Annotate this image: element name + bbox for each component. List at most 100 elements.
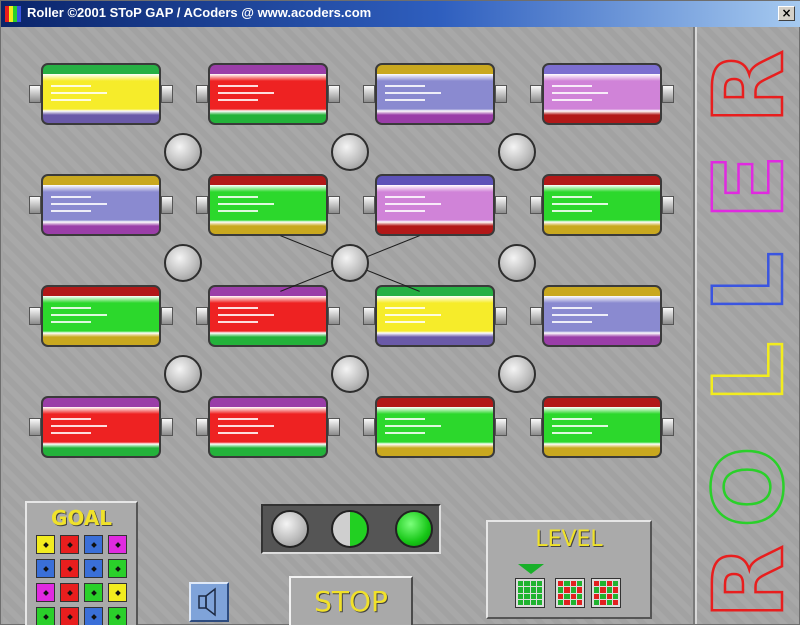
rotation-peg-r2-c2[interactable] — [331, 244, 369, 282]
title-bar[interactable]: Roller ©2001 SToP GAP / ACoders @ www.ac… — [1, 1, 800, 27]
status-light-off — [271, 510, 309, 548]
logo-letter: R — [695, 50, 799, 124]
rotation-peg-r1-c2[interactable] — [331, 133, 369, 171]
roller-stripes — [51, 418, 107, 439]
roller-stripes — [552, 307, 608, 328]
goal-cell-marker-icon — [115, 566, 121, 572]
goal-cell — [108, 559, 127, 578]
rotation-peg-r3-c3[interactable] — [498, 355, 536, 393]
roller-axle-right — [161, 85, 173, 103]
roller-stripes — [218, 307, 274, 328]
roller-axle-right — [662, 196, 674, 214]
roller-stripes — [51, 85, 107, 106]
app-icon — [5, 6, 21, 22]
roller-axle-right — [495, 85, 507, 103]
roller-r1-c1[interactable] — [41, 63, 161, 125]
status-lights — [261, 504, 441, 554]
goal-cell-marker-icon — [43, 566, 49, 572]
roller-axle-right — [495, 418, 507, 436]
roller-r2-c1[interactable] — [41, 174, 161, 236]
goal-cell-marker-icon — [67, 566, 73, 572]
goal-cell-marker-icon — [67, 590, 73, 596]
roller-r4-c4[interactable] — [542, 396, 662, 458]
rotation-peg-r3-c1[interactable] — [164, 355, 202, 393]
roller-axle-left — [29, 85, 41, 103]
roller-r4-c1[interactable] — [41, 396, 161, 458]
goal-cell-marker-icon — [91, 614, 97, 620]
window-title: Roller ©2001 SToP GAP / ACoders @ www.ac… — [27, 5, 372, 20]
goal-cell — [84, 535, 103, 554]
logo-letter: E — [695, 154, 799, 220]
roller-axle-right — [495, 307, 507, 325]
roller-r1-c2[interactable] — [208, 63, 328, 125]
roller-axle-right — [161, 307, 173, 325]
roller-stripes — [218, 418, 274, 439]
level-title: LEVEL — [535, 527, 603, 552]
status-light-on — [395, 510, 433, 548]
roller-r3-c3[interactable] — [375, 285, 495, 347]
roller-axle-right — [161, 418, 173, 436]
roller-r4-c3[interactable] — [375, 396, 495, 458]
side-panel: RELLOR — [692, 27, 800, 624]
goal-cell-marker-icon — [115, 590, 121, 596]
roller-axle-left — [196, 307, 208, 325]
goal-cell-marker-icon — [91, 542, 97, 548]
roller-axle-left — [530, 307, 542, 325]
level-option-2[interactable] — [555, 578, 585, 608]
roller-axle-right — [662, 307, 674, 325]
roller-stripes — [552, 196, 608, 217]
roller-axle-right — [328, 196, 340, 214]
goal-cell-marker-icon — [115, 614, 121, 620]
goal-cell — [84, 583, 103, 602]
roller-r3-c1[interactable] — [41, 285, 161, 347]
roller-r1-c4[interactable] — [542, 63, 662, 125]
roller-axle-left — [29, 307, 41, 325]
roller-axle-left — [196, 196, 208, 214]
rotation-peg-r1-c3[interactable] — [498, 133, 536, 171]
goal-cell — [36, 559, 55, 578]
roller-axle-left — [363, 196, 375, 214]
roller-axle-left — [530, 85, 542, 103]
roller-axle-left — [29, 418, 41, 436]
roller-stripes — [218, 85, 274, 106]
roller-r4-c2[interactable] — [208, 396, 328, 458]
level-option-1[interactable] — [515, 578, 545, 608]
roller-r2-c4[interactable] — [542, 174, 662, 236]
roller-r2-c3[interactable] — [375, 174, 495, 236]
goal-panel: GOAL — [25, 501, 138, 625]
rotation-peg-r1-c1[interactable] — [164, 133, 202, 171]
roller-stripes — [218, 196, 274, 217]
roller-axle-left — [196, 418, 208, 436]
game-board: GOAL STOP LEVEL — [3, 27, 691, 625]
roller-axle-left — [530, 196, 542, 214]
goal-cell — [84, 607, 103, 625]
sound-toggle-button[interactable] — [189, 582, 229, 622]
goal-cell — [108, 607, 127, 625]
rotation-peg-r2-c3[interactable] — [498, 244, 536, 282]
level-pointer-icon — [518, 564, 544, 574]
goal-cell — [36, 583, 55, 602]
roller-r3-c2[interactable] — [208, 285, 328, 347]
roller-stripes — [385, 418, 441, 439]
roller-stripes — [385, 307, 441, 328]
status-light-half — [331, 510, 369, 548]
roller-r1-c3[interactable] — [375, 63, 495, 125]
roller-r2-c2[interactable] — [208, 174, 328, 236]
goal-cell-marker-icon — [91, 566, 97, 572]
goal-cell — [36, 607, 55, 625]
roller-axle-left — [29, 196, 41, 214]
goal-cell — [108, 583, 127, 602]
close-button[interactable]: × — [778, 6, 795, 21]
roller-axle-right — [328, 307, 340, 325]
speaker-icon — [198, 587, 216, 617]
roller-r3-c4[interactable] — [542, 285, 662, 347]
level-option-3[interactable] — [591, 578, 621, 608]
roller-axle-right — [662, 85, 674, 103]
goal-cell — [60, 535, 79, 554]
roller-axle-left — [363, 418, 375, 436]
goal-cell-marker-icon — [43, 614, 49, 620]
rotation-peg-r3-c2[interactable] — [331, 355, 369, 393]
game-window: Roller ©2001 SToP GAP / ACoders @ www.ac… — [0, 0, 800, 625]
rotation-peg-r2-c1[interactable] — [164, 244, 202, 282]
stop-button[interactable]: STOP — [289, 576, 413, 625]
